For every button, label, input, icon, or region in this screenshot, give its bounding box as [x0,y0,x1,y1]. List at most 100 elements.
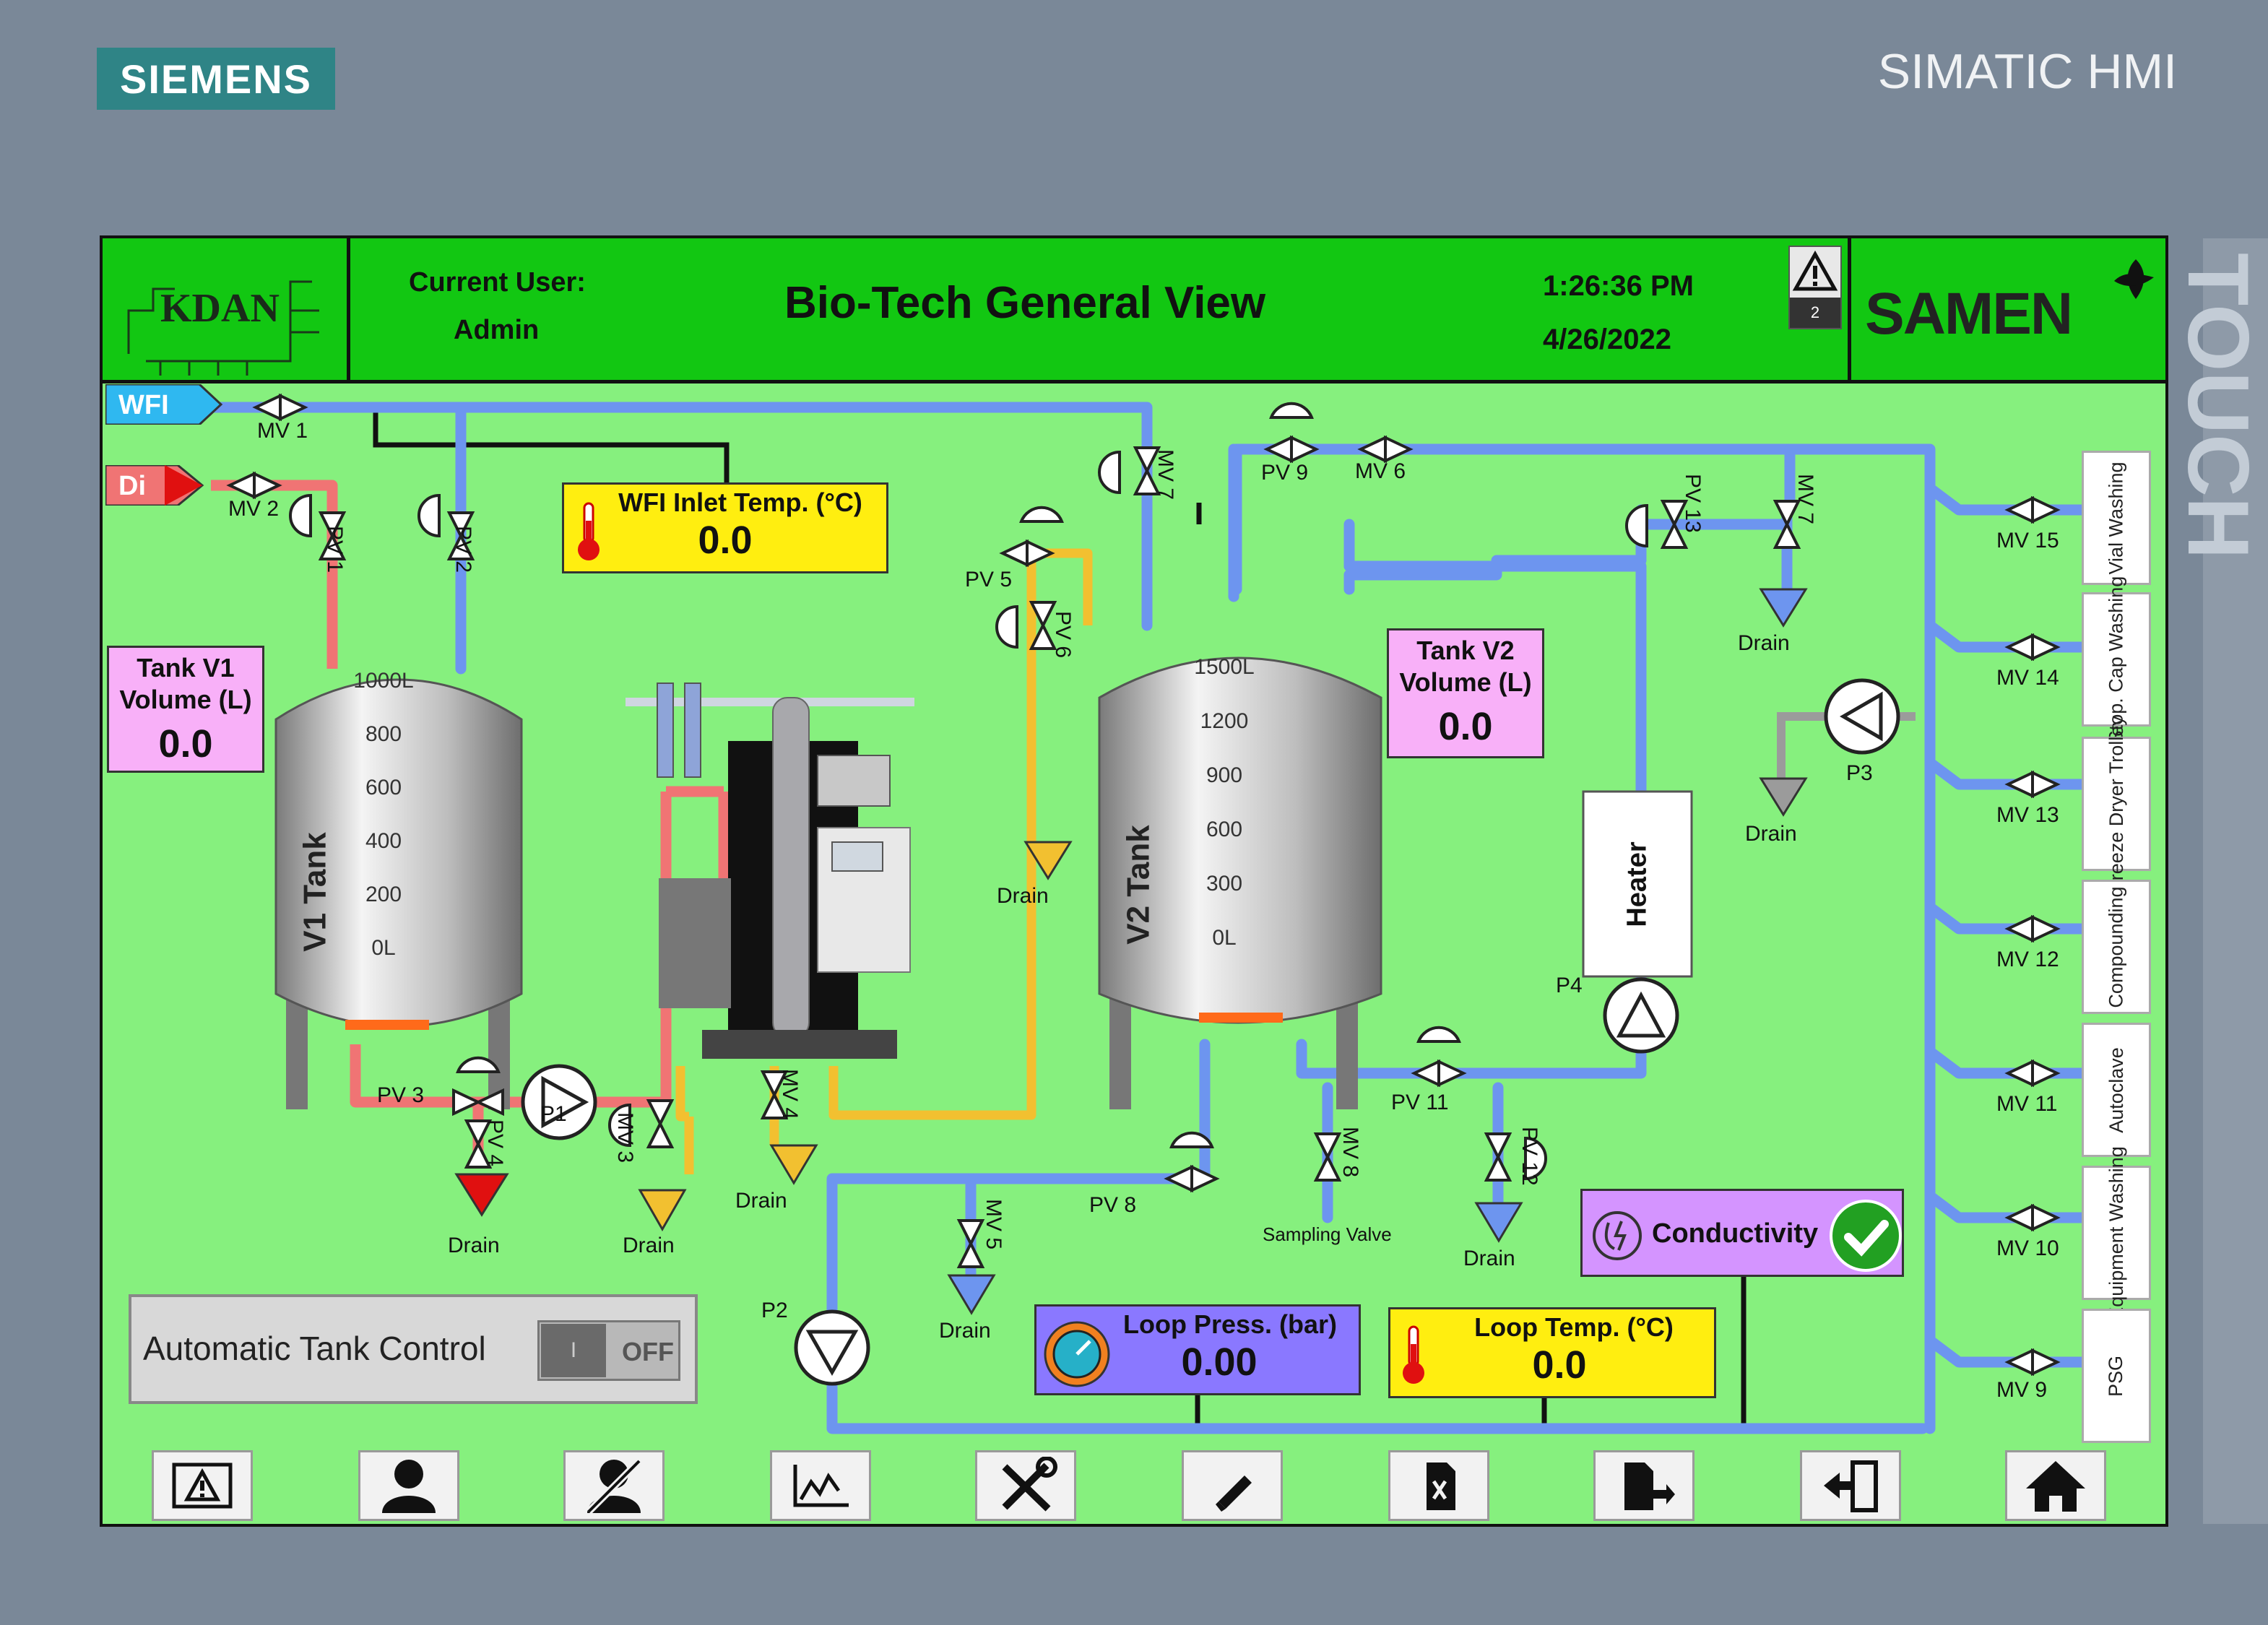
dest-equipment-washing[interactable]: Equipment Washing [2082,1146,2151,1320]
loop-temp-label: Loop Temp. (°C) [1474,1312,1674,1342]
samen-logo: SAMEN [1852,238,2163,380]
valve-mv3-label: MV 3 [613,1112,637,1164]
home-icon [2026,1461,2085,1512]
nav-user-button[interactable] [358,1450,459,1521]
loop-pressure-panel: Loop Press. (bar) 0.00 [1034,1304,1361,1395]
conductivity-panel[interactable]: Conductivity [1580,1189,1904,1277]
user-logoff-icon [586,1458,642,1514]
valve-mv7-label: MV 7 [1154,449,1177,500]
samen-leaf-icon [2114,259,2154,299]
valve-pv5-label: PV 5 [965,568,1013,592]
heater-label-wrap: Heater [1583,792,1692,976]
pump-p3-label: P3 [1846,761,1873,785]
tank-v1-volume-label: Tank V1 Volume (L) [119,653,252,714]
valve-pv1-label: PV 1 [323,526,347,573]
tools-icon [1002,1457,1057,1512]
valve-pv2-label: PV 2 [451,526,475,573]
auto-tank-control-panel: Automatic Tank Control I OFF [129,1294,698,1404]
wfi-source-flag: WFI [104,383,223,426]
valve-mv2-label: MV 2 [228,497,280,521]
loop-temp-panel: Loop Temp. (°C) 0.0 [1388,1307,1716,1398]
tank-v1-scale: 1000L 800 600 400 200 0L [353,669,414,960]
checkmark-icon [1830,1200,1902,1272]
di-source-flag: Di [104,464,214,507]
valve-mv5-label: MV 5 [982,1199,1005,1250]
thermometer-icon [578,502,600,560]
conductivity-icon [1593,1211,1642,1260]
nav-report-button[interactable] [1388,1450,1489,1521]
alarm-indicator[interactable]: 2 [1788,246,1842,329]
tank-v1-volume-value: 0.0 [158,722,213,766]
alarm-warning-icon [1792,250,1838,291]
dest-psg[interactable]: PSG [2082,1309,2151,1443]
dest-vial-washing[interactable]: Vial Washing [2082,451,2151,585]
trend-icon [793,1465,849,1507]
exit-icon [1824,1460,1878,1512]
dest-freeze-dryer-trolley[interactable]: Freeze Dryer Trolley [2082,716,2151,892]
drain-label-mv4: Drain [735,1189,787,1213]
valve-pv8-label: PV 8 [1089,1193,1137,1217]
valve-pv12-label: PV 12 [1518,1127,1541,1186]
valve-pv9-label: PV 9 [1261,461,1309,485]
header-bar: KDAN Current User: Admin Bio-Tech Genera… [103,238,2165,384]
tank-v2-name: V2 Tank [1121,825,1157,945]
auto-tank-toggle[interactable]: I OFF [537,1320,680,1381]
current-user-label: Current User: [409,267,586,298]
valve-mv12-label: MV 12 [1996,948,2059,971]
pump-p4-icon [1603,977,1679,1054]
recipe-icon [1624,1462,1675,1510]
tank-v2-volume-label: Tank V2 Volume (L) [1399,636,1532,697]
nav-recipe-button[interactable] [1593,1450,1694,1521]
pump-p4-label: P4 [1556,974,1583,997]
valve-mv11-label: MV 11 [1996,1092,2058,1116]
wfi-inlet-temp-panel: WFI Inlet Temp. (°C) 0.0 [562,482,888,573]
pump-p3-icon [1824,678,1900,755]
report-icon [1427,1462,1455,1510]
toggle-on-side[interactable]: I [541,1324,606,1377]
drain-label-pv6: Drain [997,884,1049,908]
valve-mv10-label: MV 10 [1996,1236,2059,1260]
tank-v2-scale: 1500L 1200 900 600 300 0L [1194,655,1255,950]
toggle-off-side[interactable]: OFF [622,1337,674,1367]
user-icon [382,1460,436,1513]
nav-alarm-button[interactable] [152,1450,253,1521]
valve-pv3-label: PV 3 [377,1083,425,1107]
kdan-logo: KDAN [127,280,319,376]
nav-tools-button[interactable] [975,1450,1076,1521]
nav-home-button[interactable] [2005,1450,2106,1521]
valve-mv9-label: MV 9 [1996,1378,2048,1402]
loop-temp-value: 0.0 [1532,1343,1587,1387]
drain-label-mv3: Drain [623,1234,675,1257]
edit-icon [1216,1476,1252,1512]
drain-label-pv4: Drain [448,1234,500,1257]
dest-stop-cap-washing[interactable]: Stop. Cap Washing [2082,576,2151,743]
valve-pv6-label: PV 6 [1051,611,1075,659]
nav-exit-button[interactable] [1800,1450,1901,1521]
kdan-logo-cell: KDAN [103,238,350,380]
tank-v2-volume-panel: Tank V2 Volume (L) 0.0 [1387,628,1544,758]
valve-mv4-label: MV 4 [778,1069,802,1120]
siemens-logo: SIEMENS [97,48,335,110]
wfi-inlet-temp-label: WFI Inlet Temp. (°C) [618,488,862,517]
valve-mv13-label: MV 13 [1996,803,2059,827]
alarm-screen-icon [172,1462,233,1509]
valve-mv8-label: MV 8 [1338,1127,1362,1178]
tank-v1-volume-panel: Tank V1 Volume (L) 0.0 [107,646,264,773]
dest-compounding[interactable]: Compounding [2082,880,2151,1014]
valve-pv4-label: PV 4 [483,1119,507,1167]
valve-mv7b-label: MV 7 [1793,474,1817,525]
conductivity-label: Conductivity [1652,1218,1819,1249]
hmi-screen: KDAN Current User: Admin Bio-Tech Genera… [100,235,2168,1527]
nav-trend-button[interactable] [770,1450,871,1521]
pump-p1-label: P1 [540,1102,567,1126]
valve-mv15-label: MV 15 [1996,529,2059,552]
drain-label-p3: Drain [1745,822,1797,846]
valve-mv1-label: MV 1 [257,419,308,443]
nav-user-logoff-button[interactable] [563,1450,665,1521]
dest-autoclave[interactable]: Autoclave [2082,1023,2151,1157]
heater-label: Heater [1622,841,1653,927]
nav-edit-button[interactable] [1182,1450,1283,1521]
clock-date: 4/26/2022 [1543,324,1671,355]
tank-v2-volume-value: 0.0 [1438,705,1493,748]
current-user-name: Admin [454,315,540,345]
